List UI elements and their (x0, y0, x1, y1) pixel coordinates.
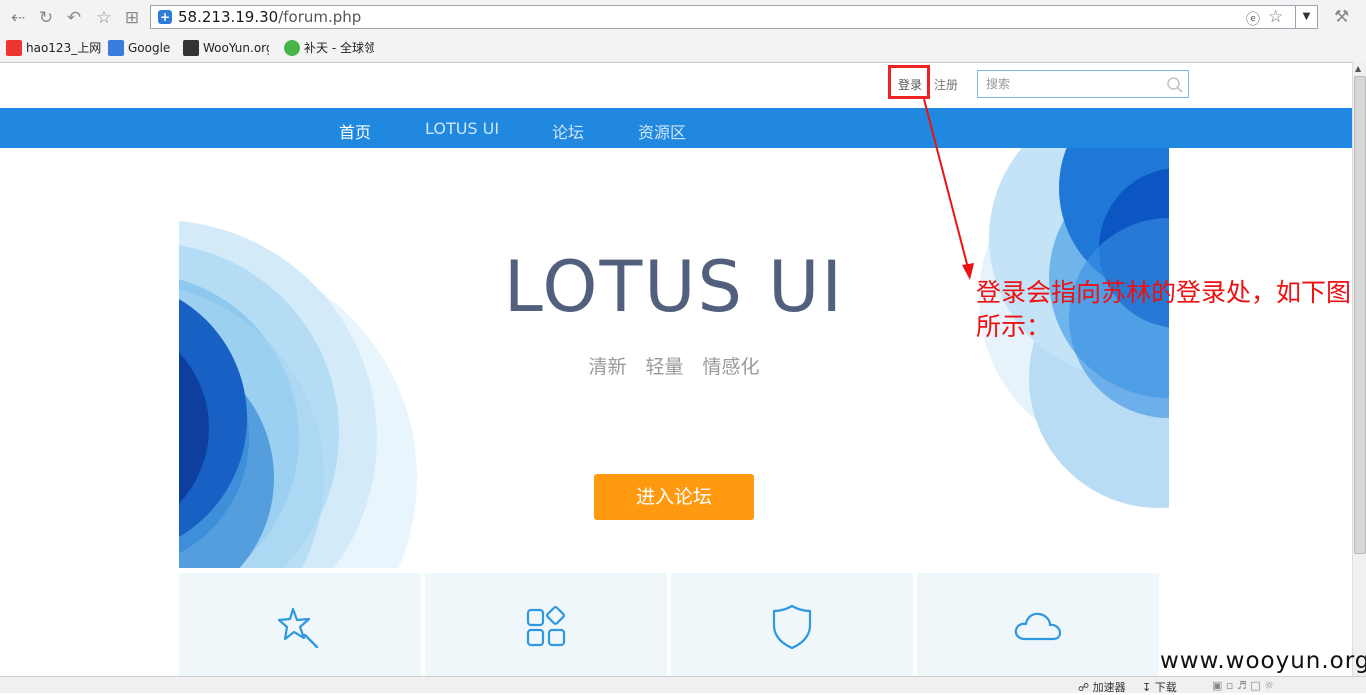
status-tool-icons[interactable]: ▣ ▫ ♬ □ ☼ (1212, 679, 1274, 692)
accelerator-label: 加速器 (1092, 681, 1126, 694)
download-label: 下载 (1154, 681, 1177, 694)
download-button[interactable]: ↧ 下载 (1142, 679, 1177, 695)
annotation-text: 登录会指向苏林的登录处，如下图所示： (976, 278, 1352, 341)
annotation-arrow (923, 98, 974, 280)
accelerator-icon: ☍ (1078, 681, 1090, 694)
watermark: www.wooyun.org (1160, 648, 1366, 674)
download-icon: ↧ (1142, 681, 1152, 694)
accelerator-button[interactable]: ☍ 加速器 (1078, 679, 1126, 695)
